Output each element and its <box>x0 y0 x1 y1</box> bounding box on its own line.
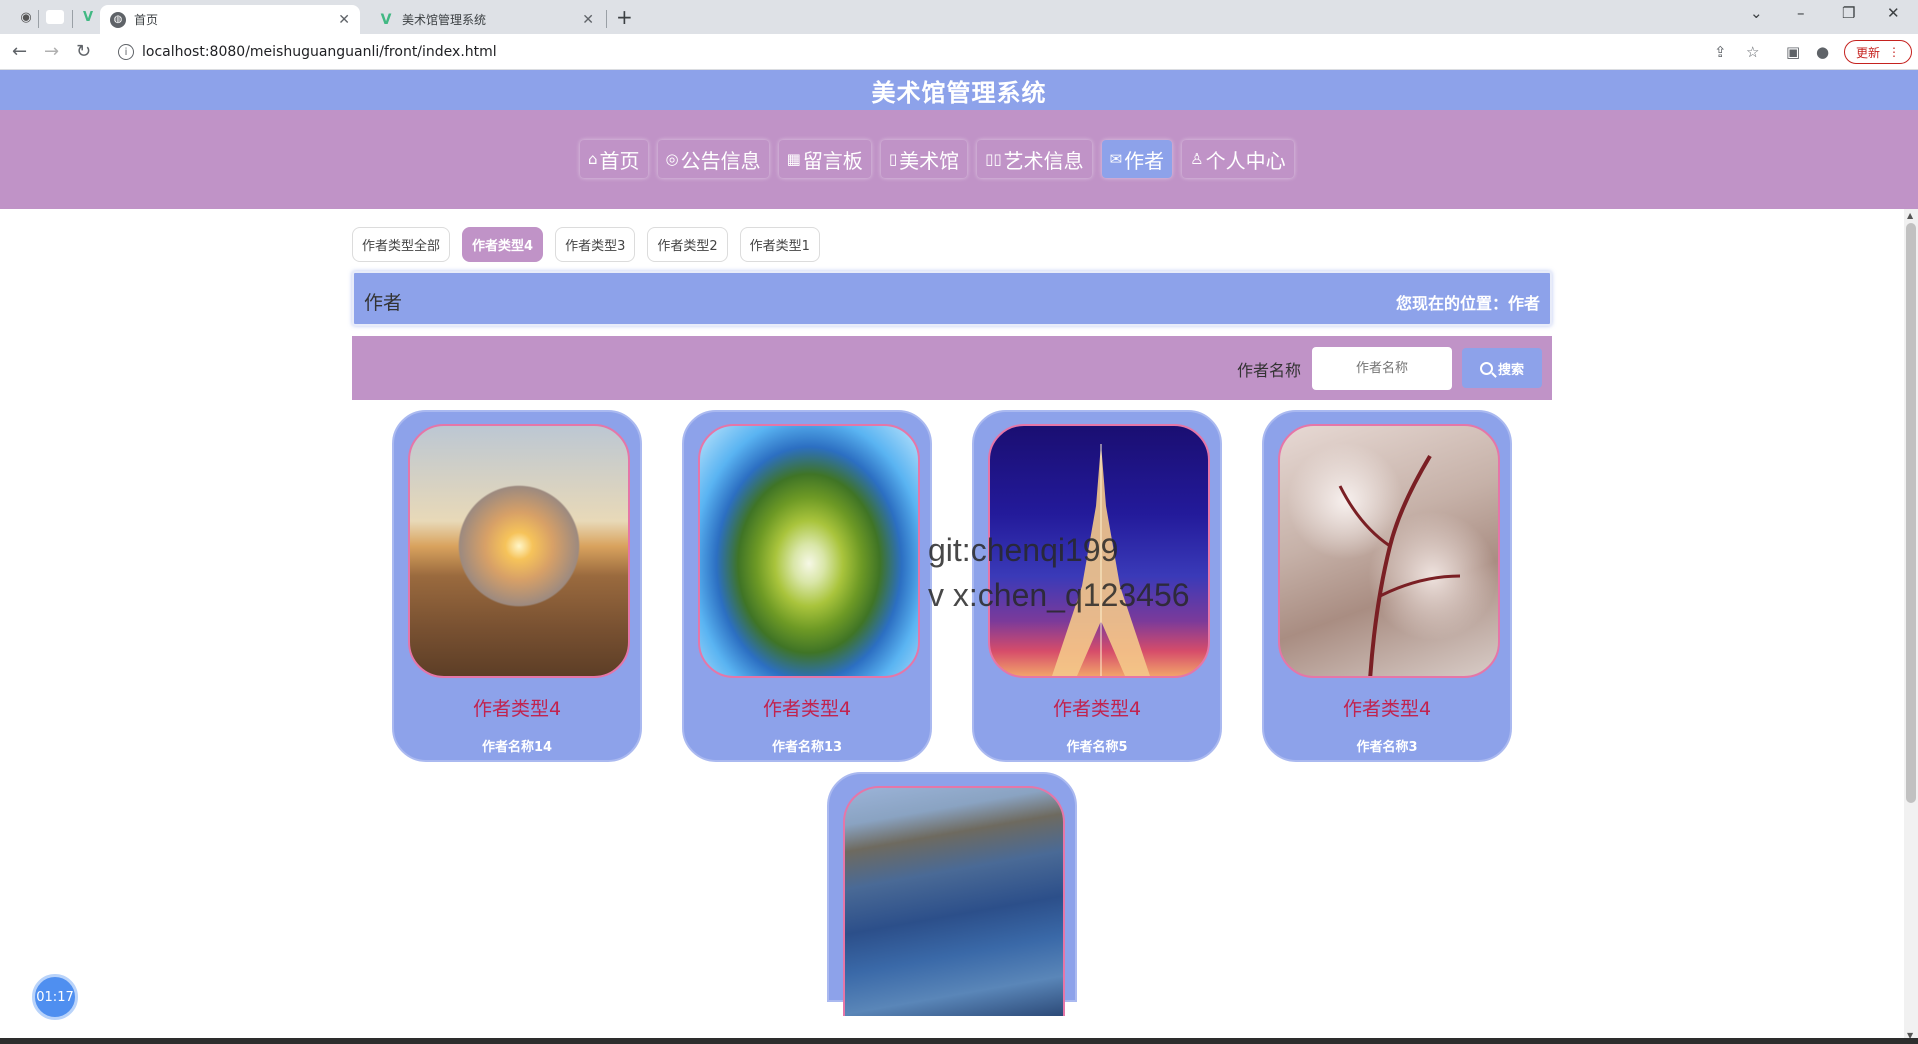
share-icon[interactable]: ⇪ <box>1714 43 1727 61</box>
vue-icon: V <box>380 11 392 28</box>
home-icon: ⌂ <box>588 150 598 168</box>
search-bar: 作者名称 搜索 <box>352 336 1552 400</box>
nav-item-profile[interactable]: ♙ 个人中心 <box>1182 140 1293 178</box>
mail-icon: ✉ <box>1109 150 1123 168</box>
search-label: 作者名称 <box>1237 361 1302 380</box>
tab-separator <box>606 10 607 28</box>
globe-icon: ◍ <box>110 11 126 28</box>
filter-tab-all[interactable]: 作者类型全部 <box>352 227 451 262</box>
blank-tab-icon[interactable] <box>46 10 64 24</box>
nav-menu: ⌂ 首页 ◎ 公告信息 ▦ 留言板 ▯ 美术馆 ▯▯ 艺术信息 ✉ 作者 ♙ 个… <box>580 140 1294 178</box>
grid-icon: ▦ <box>786 150 801 168</box>
author-name: 作者名称5 <box>1066 740 1128 755</box>
restore-icon[interactable]: ❐ <box>1842 4 1855 22</box>
site-info-icon[interactable]: i <box>118 44 134 60</box>
browser-tab-system[interactable]: V 美术馆管理系统 ✕ <box>368 5 604 34</box>
nav-item-authors[interactable]: ✉ 作者 <box>1101 140 1173 178</box>
bookmark-star-icon[interactable]: ☆ <box>1746 43 1759 61</box>
nav-item-label: 个人中心 <box>1205 148 1286 173</box>
nav-item-label: 美术馆 <box>899 148 960 173</box>
scroll-thumb[interactable] <box>1906 223 1916 803</box>
author-card[interactable] <box>827 772 1077 1016</box>
search-button[interactable]: 搜索 <box>1462 348 1542 388</box>
tab-search-chevron-icon[interactable]: ⌄ <box>1750 4 1763 22</box>
watermark-line: git:chenqi199 <box>928 532 1119 568</box>
author-image[interactable] <box>698 424 920 678</box>
filter-tab-type4[interactable]: 作者类型4 <box>462 227 544 262</box>
url-text[interactable]: localhost:8080/meishuguanguanli/front/in… <box>142 44 497 60</box>
author-name: 作者名称14 <box>481 740 553 755</box>
nav-item-art-info[interactable]: ▯▯ 艺术信息 <box>977 140 1092 178</box>
tab-title: 首页 <box>134 13 159 27</box>
close-icon[interactable]: ✕ <box>582 12 594 28</box>
url-omnibox[interactable]: i localhost:8080/meishuguanguanli/front/… <box>108 38 1748 66</box>
main-nav-bar: ⌂ 首页 ◎ 公告信息 ▦ 留言板 ▯ 美术馆 ▯▯ 艺术信息 ✉ 作者 ♙ 个… <box>0 110 1918 209</box>
author-type-filters: 作者类型全部 作者类型4 作者类型3 作者类型2 作者类型1 <box>352 227 820 262</box>
update-label: 更新 <box>1855 45 1880 60</box>
minimize-icon[interactable]: – <box>1797 4 1805 22</box>
tab-title: 美术馆管理系统 <box>402 13 487 27</box>
nav-item-label: 艺术信息 <box>1003 148 1084 173</box>
author-card[interactable]: 作者类型4 作者名称3 <box>1262 410 1512 762</box>
reload-icon[interactable]: ↻ <box>76 41 91 62</box>
page-title: 作者 <box>364 292 403 314</box>
nav-item-gallery[interactable]: ▯ 美术馆 <box>881 140 967 178</box>
nav-item-home[interactable]: ⌂ 首页 <box>580 140 648 178</box>
breadcrumb: 作者 您现在的位置：作者 <box>352 271 1552 326</box>
nav-item-label: 作者 <box>1124 148 1165 173</box>
page-icon: ▯ <box>888 150 898 168</box>
search-button-label: 搜索 <box>1497 362 1524 378</box>
author-image[interactable] <box>408 424 630 678</box>
search-icon <box>1479 361 1493 375</box>
author-type: 作者类型4 <box>762 698 852 720</box>
author-name: 作者名称13 <box>771 740 843 755</box>
vue-pinned-icon[interactable]: V <box>78 7 98 27</box>
close-icon[interactable]: ✕ <box>338 12 350 28</box>
filter-tab-type1[interactable]: 作者类型1 <box>739 227 820 262</box>
browser-tab-bar: ◉ V ◍ 首页 ✕ V 美术馆管理系统 ✕ + ⌄ – ❐ ✕ <box>0 0 1918 34</box>
watermark-line: v x:chen_q123456 <box>928 577 1190 613</box>
author-card[interactable]: 作者类型4 作者名称14 <box>392 410 642 762</box>
filter-tab-type3[interactable]: 作者类型3 <box>555 227 636 262</box>
profile-avatar-icon[interactable]: ● <box>1816 43 1829 61</box>
tab-search-icon[interactable]: ◉ <box>16 7 36 27</box>
nav-item-label: 留言板 <box>802 148 863 173</box>
browser-update-button[interactable]: 更新 ⋮ <box>1844 40 1912 64</box>
filter-tab-type2[interactable]: 作者类型2 <box>647 227 728 262</box>
side-panel-icon[interactable]: ▣ <box>1786 43 1800 61</box>
author-card[interactable]: 作者类型4 作者名称13 <box>682 410 932 762</box>
nav-item-announcements[interactable]: ◎ 公告信息 <box>658 140 769 178</box>
address-bar: ← → ↻ i localhost:8080/meishuguanguanli/… <box>0 34 1918 70</box>
nav-item-label: 公告信息 <box>680 148 761 173</box>
current-location: 您现在的位置：作者 <box>1395 294 1540 313</box>
new-tab-button[interactable]: + <box>616 5 633 29</box>
forward-arrow-icon[interactable]: → <box>44 41 59 62</box>
site-header: 美术馆管理系统 <box>0 70 1918 110</box>
recording-timer[interactable]: 01:17 <box>32 974 78 1020</box>
author-image[interactable] <box>1278 424 1500 678</box>
watermark-text: git:chenqi199 v x:chen_q123456 <box>928 528 1190 618</box>
more-menu-icon: ⋮ <box>1888 45 1900 59</box>
user-icon: ♙ <box>1190 150 1204 168</box>
nav-item-message-board[interactable]: ▦ 留言板 <box>779 140 871 178</box>
window-close-icon[interactable]: ✕ <box>1887 4 1900 22</box>
back-arrow-icon[interactable]: ← <box>12 41 27 62</box>
author-type: 作者类型4 <box>472 698 562 720</box>
book-icon: ▯▯ <box>985 150 1002 168</box>
author-type: 作者类型4 <box>1342 698 1432 720</box>
browser-tab-home[interactable]: ◍ 首页 ✕ <box>100 5 360 34</box>
author-image[interactable] <box>843 786 1065 1016</box>
site-title: 美术馆管理系统 <box>871 78 1047 107</box>
author-name: 作者名称3 <box>1356 740 1418 755</box>
blossom-branch-drawing <box>1338 454 1461 676</box>
author-name-search-input[interactable] <box>1312 347 1452 390</box>
tab-separator <box>38 10 39 28</box>
scroll-up-icon[interactable]: ▲ <box>1907 211 1913 220</box>
nav-item-label: 首页 <box>599 148 640 173</box>
bell-icon: ◎ <box>665 150 679 168</box>
page-scrollbar[interactable]: ▲ ▼ <box>1904 209 1918 1044</box>
author-type: 作者类型4 <box>1052 698 1142 720</box>
taskbar-strip <box>0 1038 1918 1044</box>
tab-separator <box>72 10 73 28</box>
